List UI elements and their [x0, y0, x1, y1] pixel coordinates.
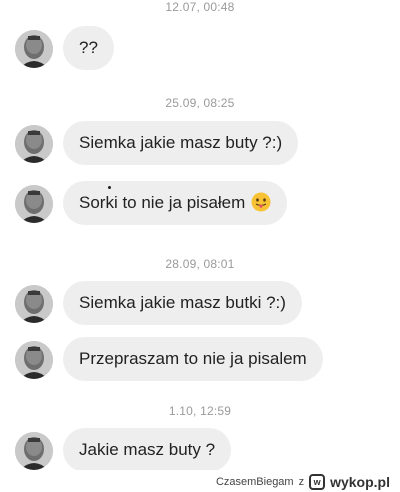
message-text: Sorki to nie ja pisałem — [79, 193, 246, 212]
avatar[interactable] — [15, 30, 53, 68]
timestamp: 28.09, 08:01 — [165, 257, 235, 271]
person-avatar-icon — [15, 285, 53, 323]
avatar[interactable] — [15, 185, 53, 223]
person-avatar-icon — [15, 125, 53, 163]
message-row: Sorki to nie ja pisałem — [0, 181, 400, 229]
avatar[interactable] — [15, 125, 53, 163]
screen-speck — [108, 186, 111, 189]
message-row: ?? — [0, 26, 400, 74]
message-bubble[interactable]: Jakie masz buty ? — [63, 428, 232, 472]
person-avatar-icon — [15, 30, 53, 68]
person-avatar-icon — [15, 185, 53, 223]
message-text: Siemka jakie masz buty ?:) — [79, 133, 283, 152]
message-text: ?? — [79, 38, 98, 57]
connector-text: z — [298, 476, 305, 488]
message-text: Przepraszam to nie ja pisalem — [79, 349, 307, 368]
chat-thread: 12.07, 00:48 ?? 25.09, 08:25 Siemka jaki… — [0, 0, 400, 472]
message-text: Siemka jakie masz butki ?:) — [79, 293, 286, 312]
message-bubble[interactable]: ?? — [63, 26, 114, 70]
message-bubble[interactable]: Siemka jakie masz buty ?:) — [63, 121, 299, 165]
message-row: Siemka jakie masz butki ?:) — [0, 281, 400, 329]
avatar[interactable] — [15, 341, 53, 379]
tongue-out-emoji-icon — [251, 185, 271, 212]
watermark-footer: CzasemBiegam z w wykop.pl — [0, 470, 400, 492]
wykop-logo-icon: w — [309, 474, 326, 490]
watermark: CzasemBiegam z w wykop.pl — [216, 473, 390, 491]
message-text: Jakie masz buty ? — [79, 440, 216, 459]
person-avatar-icon — [15, 432, 53, 470]
message-row: Jakie masz buty ? — [0, 428, 400, 476]
avatar[interactable] — [15, 432, 53, 470]
timestamp: 1.10, 12:59 — [168, 404, 232, 418]
avatar[interactable] — [15, 285, 53, 323]
message-row: Siemka jakie masz buty ?:) — [0, 121, 400, 169]
timestamp: 12.07, 00:48 — [165, 0, 235, 14]
message-bubble[interactable]: Siemka jakie masz butki ?:) — [63, 281, 302, 325]
message-row: Przepraszam to nie ja pisalem — [0, 337, 400, 385]
message-bubble[interactable]: Przepraszam to nie ja pisalem — [63, 337, 323, 381]
message-bubble[interactable]: Sorki to nie ja pisałem — [63, 181, 288, 225]
author-name: CzasemBiegam — [215, 476, 294, 488]
timestamp: 25.09, 08:25 — [165, 96, 235, 110]
person-avatar-icon — [15, 341, 53, 379]
brand-name: wykop.pl — [330, 474, 390, 490]
